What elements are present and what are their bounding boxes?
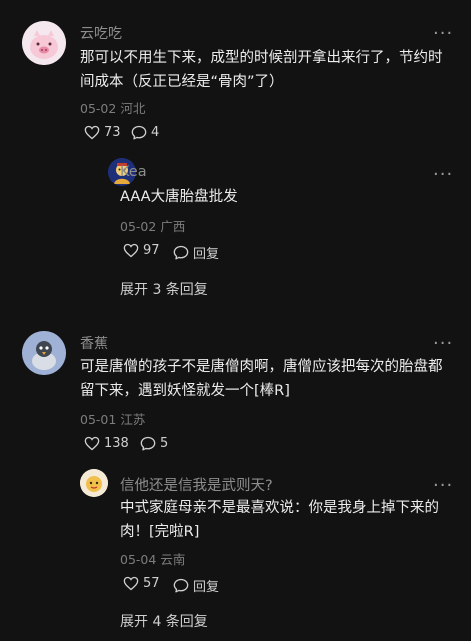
reply-meta: 05-02 广西 <box>120 216 185 235</box>
cartoon-avatar-icon <box>80 469 108 497</box>
reply-text: 中式家庭母亲不是最喜欢说：你是我身上掉下来的肉！[完啦R] <box>120 500 439 540</box>
reply-avatar[interactable] <box>80 469 108 497</box>
reply-location: 云南 <box>160 552 186 567</box>
like-count: 138 <box>104 436 129 451</box>
comment-date: 05-02 <box>80 101 117 116</box>
reply-meta: 05-04 云南 <box>120 549 185 568</box>
reply-username[interactable]: 信他还是信我是武则天? <box>120 474 273 495</box>
reply-date: 05-02 <box>120 219 157 234</box>
reply-username[interactable]: Kea <box>120 164 147 180</box>
reply-button[interactable]: 回复 <box>173 243 219 262</box>
comment-bubble-icon <box>140 436 156 451</box>
comment-bubble-icon <box>131 125 147 140</box>
reply-text: AAA大唐胎盘批发 <box>120 189 238 205</box>
comment-location: 河北 <box>120 101 146 116</box>
reply-like-count: 57 <box>143 576 160 591</box>
like-count: 73 <box>104 125 121 140</box>
reply-more-dots-icon[interactable]: ··· <box>433 477 453 495</box>
expand-replies-link[interactable]: 展开 3 条回复 <box>120 279 208 299</box>
heart-icon <box>123 243 139 258</box>
username[interactable]: 香蕉 <box>80 333 108 353</box>
avatar[interactable] <box>22 331 66 375</box>
comment-text: 那可以不用生下来，成型的时候剖开拿出来行了，节约时间成本（反正已经是“骨肉”了） <box>80 50 443 90</box>
heart-icon <box>123 576 139 591</box>
reply-label: 回复 <box>193 247 220 262</box>
comment-text: 可是唐僧的孩子不是唐僧肉啊，唐僧应该把每次的胎盘都留下来，遇到妖怪就发一个[棒R… <box>80 359 443 399</box>
like-button[interactable]: 138 <box>84 436 129 451</box>
comment-meta: 05-02 河北 <box>80 98 145 117</box>
more-dots-icon[interactable]: ··· <box>433 335 453 353</box>
reply-count: 4 <box>151 125 160 140</box>
heart-icon <box>84 436 100 451</box>
reply-like-count: 97 <box>143 243 160 258</box>
expand-replies-link[interactable]: 展开 4 条回复 <box>120 611 208 631</box>
like-button[interactable]: 73 <box>84 125 121 140</box>
reply-like-button[interactable]: 97 <box>123 243 160 258</box>
reply-count-button[interactable]: 5 <box>140 436 168 451</box>
more-dots-icon[interactable]: ··· <box>433 25 453 43</box>
avatar[interactable] <box>22 21 66 65</box>
reply-label: 回复 <box>193 580 220 595</box>
reply-date: 05-04 <box>120 552 157 567</box>
heart-icon <box>84 125 100 140</box>
reply-location: 广西 <box>160 219 186 234</box>
reply-button[interactable]: 回复 <box>173 576 219 595</box>
bird-avatar-icon <box>22 331 66 375</box>
username[interactable]: 云吃吃 <box>80 23 122 43</box>
comment-meta: 05-01 江苏 <box>80 409 145 428</box>
reply-more-dots-icon[interactable]: ··· <box>433 166 453 184</box>
comment-location: 江苏 <box>120 412 146 427</box>
reply-count-button[interactable]: 4 <box>131 125 159 140</box>
reply-count: 5 <box>160 436 169 451</box>
comment-bubble-icon <box>173 578 189 593</box>
comment-bubble-icon <box>173 245 189 260</box>
pig-avatar-icon <box>22 21 66 65</box>
comment-date: 05-01 <box>80 412 117 427</box>
reply-like-button[interactable]: 57 <box>123 576 160 591</box>
